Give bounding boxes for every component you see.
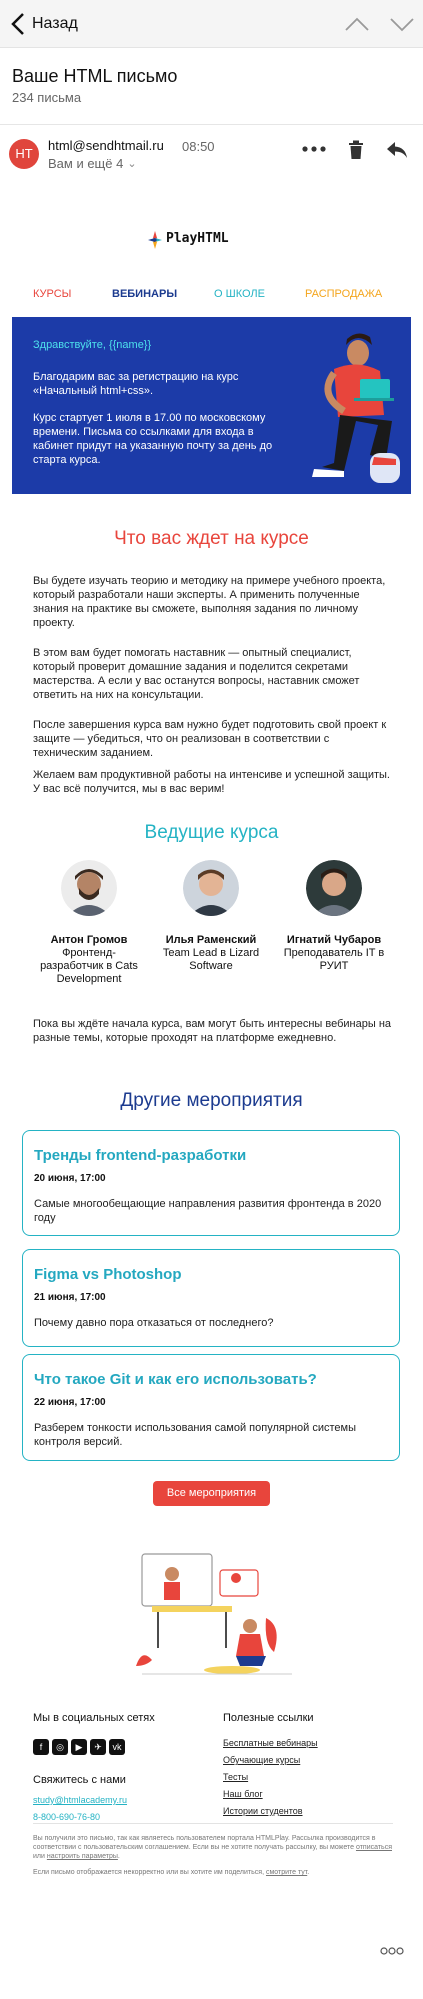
- chevron-down-icon: ⌄: [127, 158, 137, 170]
- contact-title: Свяжитесь с нами: [33, 1774, 126, 1786]
- social-title: Мы в социальных сетях: [33, 1712, 155, 1724]
- paragraph: После завершения курса вам нужно будет п…: [33, 719, 387, 759]
- teacher-name: Илья Раменский: [165, 934, 257, 946]
- event-title[interactable]: Что такое Git и как его использовать?: [34, 1371, 317, 1388]
- footer-link[interactable]: Наш блог: [223, 1789, 263, 1799]
- message-time: 08:50: [182, 139, 215, 154]
- more-options-icon[interactable]: [380, 1947, 404, 1955]
- teacher-name: Игнатий Чубаров: [286, 934, 382, 946]
- section-title-what: Что вас ждет на курсе: [114, 528, 309, 549]
- sender-avatar[interactable]: HT: [9, 139, 39, 169]
- legal-text-part: Вы получили это письмо, так как являетес…: [33, 1835, 376, 1851]
- legal-text-part: .: [307, 1869, 310, 1876]
- trash-icon[interactable]: [348, 140, 364, 160]
- teacher-card: Антон Громов Фронтенд-разработчик в Cats…: [34, 860, 144, 986]
- event-description: Самые многообещающие направления развити…: [34, 1198, 382, 1224]
- webinar-illustration: [136, 1553, 292, 1675]
- teacher-name: Антон Громов: [50, 934, 128, 946]
- back-arrow-icon[interactable]: [6, 10, 32, 38]
- message-subject: Ваше HTML письмо: [12, 66, 178, 86]
- settings-link[interactable]: настроить параметры: [47, 1853, 118, 1860]
- app-bar: Назад: [0, 0, 423, 48]
- contact-email[interactable]: study@htmlacademy.ru: [33, 1795, 127, 1805]
- legal-text-part: .: [117, 1853, 120, 1860]
- event-date: 21 июня, 17:00: [34, 1292, 106, 1303]
- view-online-link[interactable]: смотрите тут: [266, 1869, 307, 1876]
- footer-link[interactable]: Истории студентов: [223, 1806, 303, 1816]
- footer-link[interactable]: Бесплатные вебинары: [223, 1738, 318, 1748]
- event-card[interactable]: Что такое Git и как его использовать? 22…: [22, 1354, 400, 1461]
- back-label[interactable]: Назад: [32, 15, 78, 33]
- hero-thanks: Благодарим вас за регистрацию на курс «Н…: [33, 371, 239, 397]
- sender-address[interactable]: html@sendhtmail.ru: [48, 138, 164, 153]
- all-events-button[interactable]: Все мероприятия: [153, 1481, 270, 1506]
- webinars-note: Пока вы ждёте начала курса, вам могут бы…: [33, 1018, 392, 1044]
- recipients-label: Вам и ещё 4: [48, 156, 124, 171]
- event-title[interactable]: Figma vs Photoshop: [34, 1266, 182, 1283]
- footer-link[interactable]: Тесты: [223, 1772, 248, 1782]
- instagram-icon[interactable]: ◎: [52, 1739, 68, 1755]
- footer-divider: [33, 1823, 393, 1824]
- chevron-up-icon[interactable]: [344, 14, 370, 34]
- hero-course-start: Курс стартует 1 июля в 17.00 по московск…: [33, 412, 273, 466]
- facebook-icon[interactable]: f: [33, 1739, 49, 1755]
- teacher-card: Игнатий Чубаров Преподаватель IT в РУИТ: [279, 860, 389, 973]
- nav-courses[interactable]: КУРСЫ: [33, 288, 71, 300]
- youtube-icon[interactable]: ▶: [71, 1739, 87, 1755]
- hero-greeting: Здравствуйте, {{name}}: [33, 339, 152, 351]
- section-title-teachers: Ведущие курса: [144, 822, 279, 843]
- legal-text-part: Если письмо отображается некорректно или…: [33, 1869, 266, 1876]
- reply-icon[interactable]: [386, 140, 408, 160]
- teacher-card: Илья Раменский Team Lead в Lizard Softwa…: [156, 860, 266, 973]
- legal-text-view-online: Если письмо отображается некорректно или…: [33, 1868, 393, 1877]
- man-with-laptop-illustration: [312, 333, 400, 483]
- teacher-photo: [61, 860, 117, 916]
- unsubscribe-link[interactable]: отписаться: [356, 1844, 392, 1851]
- hero-banner: Здравствуйте, {{name}} Благодарим вас за…: [12, 317, 411, 494]
- event-description: Почему давно пора отказаться от последне…: [34, 1317, 274, 1329]
- teacher-role: Фронтенд-разработчик в Cats Development: [40, 947, 138, 985]
- playhtml-logo-icon: [148, 231, 162, 249]
- vk-icon[interactable]: vk: [109, 1739, 125, 1755]
- event-description: Разберем тонкости использования самой по…: [34, 1422, 356, 1448]
- message-count: 234 письма: [12, 90, 82, 105]
- more-options-icon[interactable]: [302, 144, 326, 154]
- teacher-photo: [183, 860, 239, 916]
- nav-about[interactable]: О ШКОЛЕ: [214, 288, 265, 300]
- event-date: 22 июня, 17:00: [34, 1397, 106, 1408]
- logo-text: PlayHTML: [166, 231, 229, 246]
- event-card[interactable]: Тренды frontend-разработки 20 июня, 17:0…: [22, 1130, 400, 1236]
- teacher-photo: [306, 860, 362, 916]
- contact-phone[interactable]: 8-800-690-76-80: [33, 1812, 100, 1822]
- recipients[interactable]: Вам и ещё 4 ⌄: [48, 156, 137, 171]
- section-title-events: Другие мероприятия: [120, 1090, 303, 1111]
- event-title[interactable]: Тренды frontend-разработки: [34, 1147, 246, 1164]
- legal-text: Вы получили это письмо, так как являетес…: [33, 1834, 393, 1861]
- nav-sale[interactable]: РАСПРОДАЖА: [305, 288, 382, 300]
- teacher-role: Team Lead в Lizard Software: [162, 947, 260, 972]
- nav-webinars[interactable]: ВЕБИНАРЫ: [112, 288, 177, 300]
- social-links: f ◎ ▶ ✈ vk: [33, 1739, 128, 1757]
- paragraph: Желаем вам продуктивной работы на интенс…: [33, 769, 390, 795]
- legal-text-part: или: [33, 1853, 47, 1860]
- paragraph: Вы будете изучать теорию и методику на п…: [33, 575, 386, 629]
- links-title: Полезные ссылки: [223, 1712, 314, 1724]
- paragraph: В этом вам будет помогать наставник — оп…: [33, 647, 360, 701]
- divider: [0, 124, 423, 125]
- event-date: 20 июня, 17:00: [34, 1173, 106, 1184]
- event-card[interactable]: Figma vs Photoshop 21 июня, 17:00 Почему…: [22, 1249, 400, 1347]
- telegram-icon[interactable]: ✈: [90, 1739, 106, 1755]
- teacher-role: Преподаватель IT в РУИТ: [283, 947, 385, 972]
- chevron-down-icon[interactable]: [389, 14, 415, 34]
- footer-link[interactable]: Обучающие курсы: [223, 1755, 300, 1765]
